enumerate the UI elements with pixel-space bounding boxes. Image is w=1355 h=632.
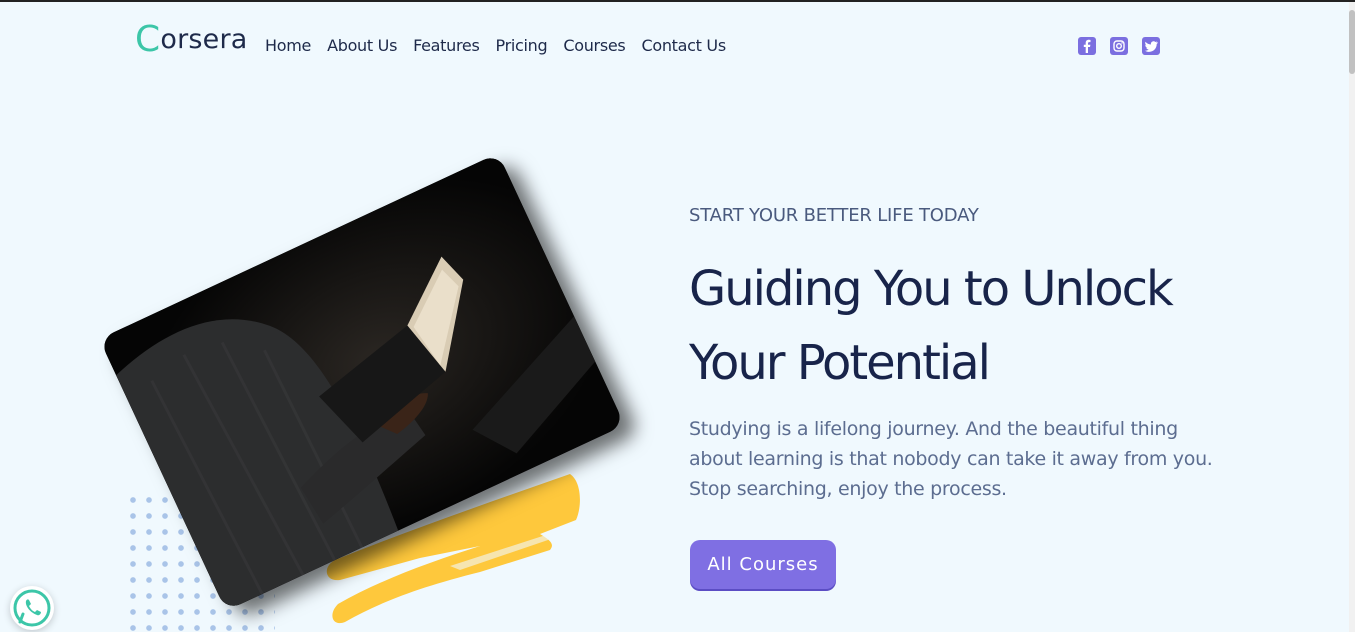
twitter-icon[interactable]: [1142, 37, 1160, 55]
logo[interactable]: Corsera: [135, 22, 248, 58]
nav-about-us[interactable]: About Us: [327, 36, 397, 55]
scrollbar-track[interactable]: [1349, 2, 1355, 632]
hero-headline-line1: Guiding You to Unlock: [689, 261, 1174, 317]
nav-courses[interactable]: Courses: [563, 36, 625, 55]
nav-home[interactable]: Home: [265, 36, 311, 55]
whatsapp-icon: [13, 589, 51, 627]
facebook-icon[interactable]: [1078, 37, 1096, 55]
instagram-icon[interactable]: [1110, 37, 1128, 55]
nav-pricing[interactable]: Pricing: [496, 36, 548, 55]
hero-eyebrow: START YOUR BETTER LIFE TODAY: [689, 205, 979, 226]
hero-description: Studying is a lifelong journey. And the …: [689, 418, 1213, 500]
logo-initial: C: [135, 19, 161, 60]
social-links: [1078, 37, 1160, 55]
all-courses-button[interactable]: All Courses: [690, 540, 836, 589]
site-header: Corsera Home About Us Features Pricing C…: [0, 2, 1349, 92]
main-nav: Home About Us Features Pricing Courses C…: [265, 36, 742, 55]
logo-text: orsera: [160, 24, 248, 55]
scrollbar-thumb[interactable]: [1349, 10, 1355, 74]
hero-headline: Guiding You to Unlock Your Potential: [689, 252, 1209, 400]
hero-headline-line2: Your Potential: [689, 335, 991, 391]
nav-contact-us[interactable]: Contact Us: [641, 36, 726, 55]
whatsapp-button[interactable]: [10, 586, 54, 630]
nav-features[interactable]: Features: [413, 36, 480, 55]
